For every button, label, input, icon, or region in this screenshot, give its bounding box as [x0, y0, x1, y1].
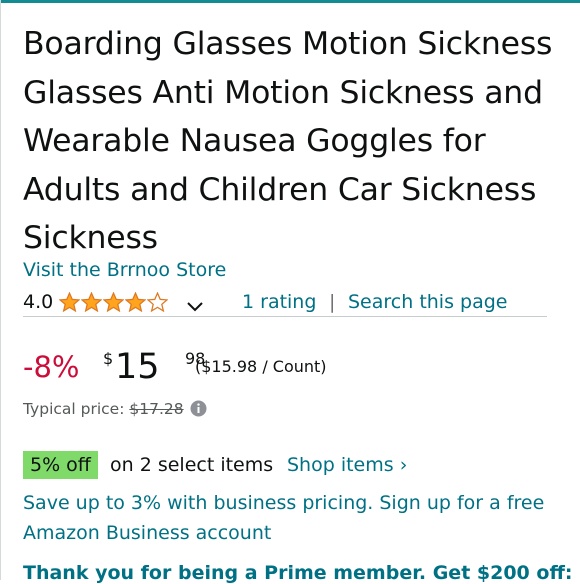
search-this-page-link[interactable]: Search this page	[348, 288, 507, 316]
price-row: -8% $ 15 98 ($15.98 / Count)	[23, 346, 563, 390]
discount-percentage: -8%	[23, 350, 80, 384]
divider	[23, 316, 547, 317]
rating-value: 4.0	[23, 291, 54, 313]
price-currency-symbol: $	[103, 349, 114, 368]
typical-price-label: Typical price:	[23, 400, 130, 418]
star-empty-icon	[147, 292, 168, 312]
chevron-down-icon[interactable]	[186, 294, 204, 322]
typical-price: Typical price: $17.28	[23, 400, 207, 421]
star-filled-icon	[103, 292, 124, 312]
business-pricing-link[interactable]: Save up to 3% with business pricing. Sig…	[23, 488, 563, 548]
prime-offer-link[interactable]: Thank you for being a Prime member. Get …	[23, 562, 572, 584]
coupon-text: on 2 select items	[110, 454, 274, 476]
price-whole: 15	[115, 347, 160, 387]
star-filled-icon	[81, 292, 102, 312]
star-filled-icon	[125, 292, 146, 312]
left-border	[0, 0, 1, 580]
shop-items-link[interactable]: Shop items ›	[287, 451, 407, 479]
star-rating[interactable]	[59, 292, 168, 312]
info-icon[interactable]	[190, 400, 207, 421]
coupon-row: 5% off on 2 select items Shop items ›	[23, 451, 563, 479]
star-filled-icon	[59, 292, 80, 312]
store-link[interactable]: Visit the Brrnoo Store	[23, 259, 226, 281]
rating-row: 4.0 1 rating | Search this page	[23, 288, 547, 316]
typical-price-value: $17.28	[129, 400, 184, 418]
coupon-badge: 5% off	[23, 451, 98, 479]
rating-count-link[interactable]: 1 rating	[242, 288, 316, 316]
rating-separator: |	[329, 291, 336, 313]
top-accent-bar	[0, 0, 580, 3]
price-per-unit: ($15.98 / Count)	[195, 357, 327, 376]
product-title: Boarding Glasses Motion Sickness Glasses…	[23, 26, 553, 256]
